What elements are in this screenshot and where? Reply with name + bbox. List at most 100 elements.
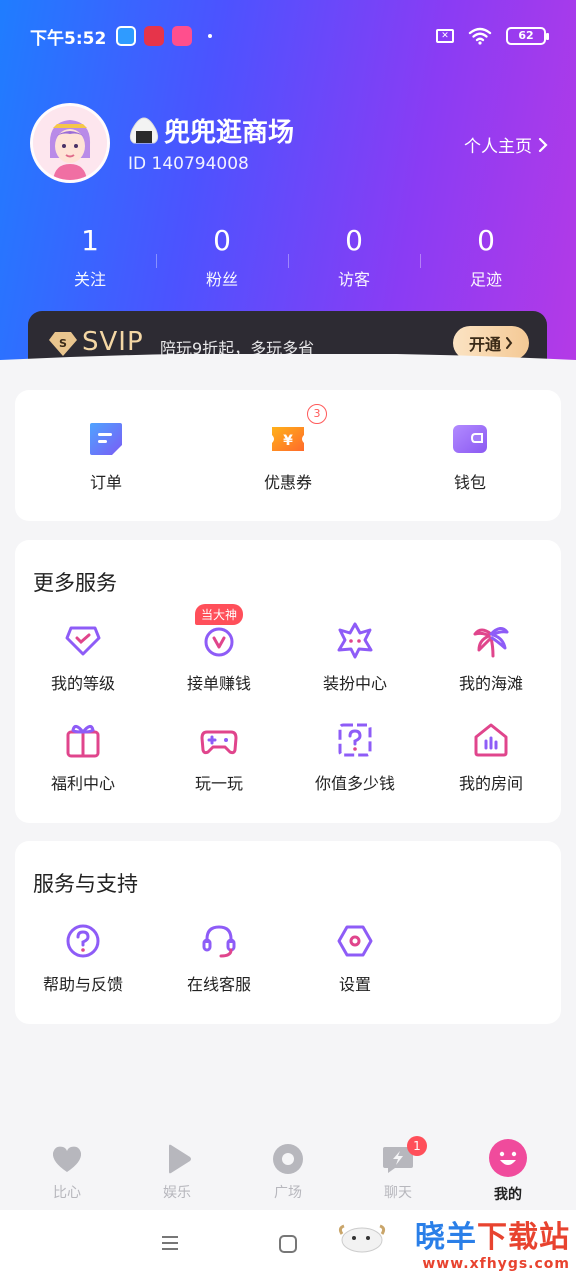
service-your-value[interactable]: 你值多少钱 bbox=[287, 720, 423, 794]
coupon-icon: ¥ bbox=[272, 427, 304, 451]
settings-icon bbox=[337, 925, 373, 957]
stats-row: 1 关注 0 粉丝 0 访客 0 足迹 bbox=[24, 224, 552, 290]
service-my-beach[interactable]: 我的海滩 bbox=[423, 620, 559, 694]
question-card-icon bbox=[338, 723, 372, 757]
order-icon bbox=[90, 423, 122, 455]
service-welfare-center[interactable]: 福利中心 bbox=[15, 720, 151, 794]
chevron-right-icon bbox=[538, 137, 548, 152]
wallet-label: 钱包 bbox=[453, 473, 486, 492]
watermark-url: www.xfhygs.com bbox=[422, 1256, 570, 1272]
support-label: 在线客服 bbox=[186, 975, 251, 994]
home-icon[interactable] bbox=[278, 1234, 298, 1254]
support-label: 设置 bbox=[338, 975, 371, 994]
homepage-link[interactable]: 个人主页 bbox=[464, 132, 548, 157]
homepage-link-label: 个人主页 bbox=[464, 137, 532, 157]
watermark-title-red: 下载站 bbox=[477, 1220, 570, 1255]
svg-text:¥: ¥ bbox=[283, 433, 293, 449]
heart-icon bbox=[52, 1146, 82, 1172]
tab-chat[interactable]: 1 聊天 bbox=[353, 1136, 443, 1202]
service-label: 我的等级 bbox=[50, 674, 115, 693]
more-notifications-icon bbox=[208, 34, 213, 38]
play-icon bbox=[169, 1144, 191, 1174]
service-label: 我的海滩 bbox=[458, 674, 523, 693]
service-earn-tag: 当大神 bbox=[195, 604, 244, 625]
watermark-title: 晓羊下载站 bbox=[415, 1212, 570, 1256]
bottom-tab-bar: 比心 娱乐 广场 1 聊天 我的 bbox=[0, 1128, 576, 1210]
watermark-title-blue: 晓羊 bbox=[415, 1220, 477, 1255]
service-dressup-center[interactable]: 装扮中心 bbox=[287, 620, 423, 694]
service-label: 玩一玩 bbox=[194, 774, 243, 793]
support-label: 帮助与反馈 bbox=[42, 975, 123, 994]
service-my-level[interactable]: 我的等级 bbox=[15, 620, 151, 694]
tab-plaza[interactable]: 广场 bbox=[243, 1142, 333, 1202]
stat-value: 0 bbox=[477, 224, 495, 257]
app-notification-icon bbox=[172, 26, 193, 46]
order-label: 订单 bbox=[89, 473, 122, 492]
support-title: 服务与支持 bbox=[33, 872, 138, 896]
avatar[interactable] bbox=[30, 103, 110, 183]
service-label: 福利中心 bbox=[50, 774, 115, 793]
headset-icon bbox=[202, 925, 236, 958]
gift-icon bbox=[66, 725, 100, 758]
support-online-service[interactable]: 在线客服 bbox=[151, 921, 287, 995]
battery-icon: 62 bbox=[506, 27, 549, 45]
support-help-feedback[interactable]: 帮助与反馈 bbox=[15, 921, 151, 995]
order-button[interactable]: 订单 bbox=[38, 419, 174, 493]
stat-label: 足迹 bbox=[469, 270, 502, 289]
stat-label: 粉丝 bbox=[205, 270, 238, 289]
stat-label: 访客 bbox=[337, 270, 370, 289]
coupon-count-badge: 3 bbox=[307, 404, 327, 424]
dressup-icon bbox=[337, 622, 373, 659]
onigiri-icon bbox=[129, 116, 159, 143]
status-time: 下午5:52 bbox=[30, 28, 107, 49]
coupon-button[interactable]: ¥ 3 优惠券 bbox=[220, 404, 356, 493]
me-icon bbox=[489, 1139, 527, 1177]
support-card: 服务与支持 帮助与反馈 在线客服 设置 bbox=[15, 841, 561, 1024]
service-my-room[interactable]: 我的房间 bbox=[423, 720, 559, 794]
stat-fans[interactable]: 0 粉丝 bbox=[156, 224, 288, 290]
header-curve bbox=[0, 354, 576, 394]
service-label: 我的房间 bbox=[458, 774, 523, 793]
tab-me[interactable]: 我的 bbox=[463, 1139, 553, 1204]
service-label: 装扮中心 bbox=[322, 674, 387, 693]
svip-open-label: 开通 bbox=[468, 335, 501, 354]
service-earn-money[interactable]: 当大神 接单赚钱 bbox=[151, 604, 287, 694]
sheep-logo-icon bbox=[338, 1224, 386, 1253]
tab-label: 广场 bbox=[274, 1185, 302, 1201]
coupon-label: 优惠券 bbox=[263, 473, 312, 492]
profile-id: ID 140794008 bbox=[128, 154, 249, 174]
no-sim-icon: ✕ bbox=[436, 29, 454, 43]
tab-label: 我的 bbox=[494, 1187, 522, 1203]
wifi-icon bbox=[468, 27, 492, 45]
stat-visitors[interactable]: 0 访客 bbox=[288, 224, 420, 290]
stat-footprints[interactable]: 0 足迹 bbox=[420, 224, 552, 290]
plaza-icon bbox=[273, 1144, 303, 1174]
support-settings[interactable]: 设置 bbox=[287, 921, 423, 995]
room-icon bbox=[474, 723, 508, 757]
stat-value: 0 bbox=[213, 224, 231, 257]
tab-label: 比心 bbox=[53, 1185, 81, 1201]
tab-entertainment[interactable]: 娱乐 bbox=[132, 1142, 222, 1202]
tab-bixin[interactable]: 比心 bbox=[22, 1142, 112, 1202]
earn-icon bbox=[204, 627, 234, 657]
menu-icon[interactable] bbox=[160, 1234, 180, 1252]
service-label: 接单赚钱 bbox=[186, 674, 251, 693]
app-notification-icon bbox=[144, 26, 165, 46]
svip-title: SVIP bbox=[82, 327, 144, 357]
help-icon bbox=[66, 924, 100, 958]
level-icon bbox=[65, 626, 101, 656]
gamepad-icon bbox=[200, 730, 238, 755]
service-label: 你值多少钱 bbox=[314, 774, 395, 793]
chat-unread-badge: 1 bbox=[407, 1136, 427, 1156]
chevron-right-icon bbox=[506, 337, 513, 349]
tab-label: 娱乐 bbox=[163, 1185, 191, 1201]
stat-following[interactable]: 1 关注 bbox=[24, 224, 156, 290]
profile-name-text: 兜兜逛商场 bbox=[164, 118, 295, 148]
stat-label: 关注 bbox=[73, 270, 106, 289]
wallet-button[interactable]: 钱包 bbox=[402, 419, 538, 493]
quick-actions-card: 订单 ¥ 3 优惠券 钱包 bbox=[15, 390, 561, 521]
stat-value: 0 bbox=[345, 224, 363, 257]
app-notification-icon bbox=[116, 26, 137, 46]
service-play[interactable]: 玩一玩 bbox=[151, 720, 287, 794]
beach-icon bbox=[473, 627, 509, 658]
